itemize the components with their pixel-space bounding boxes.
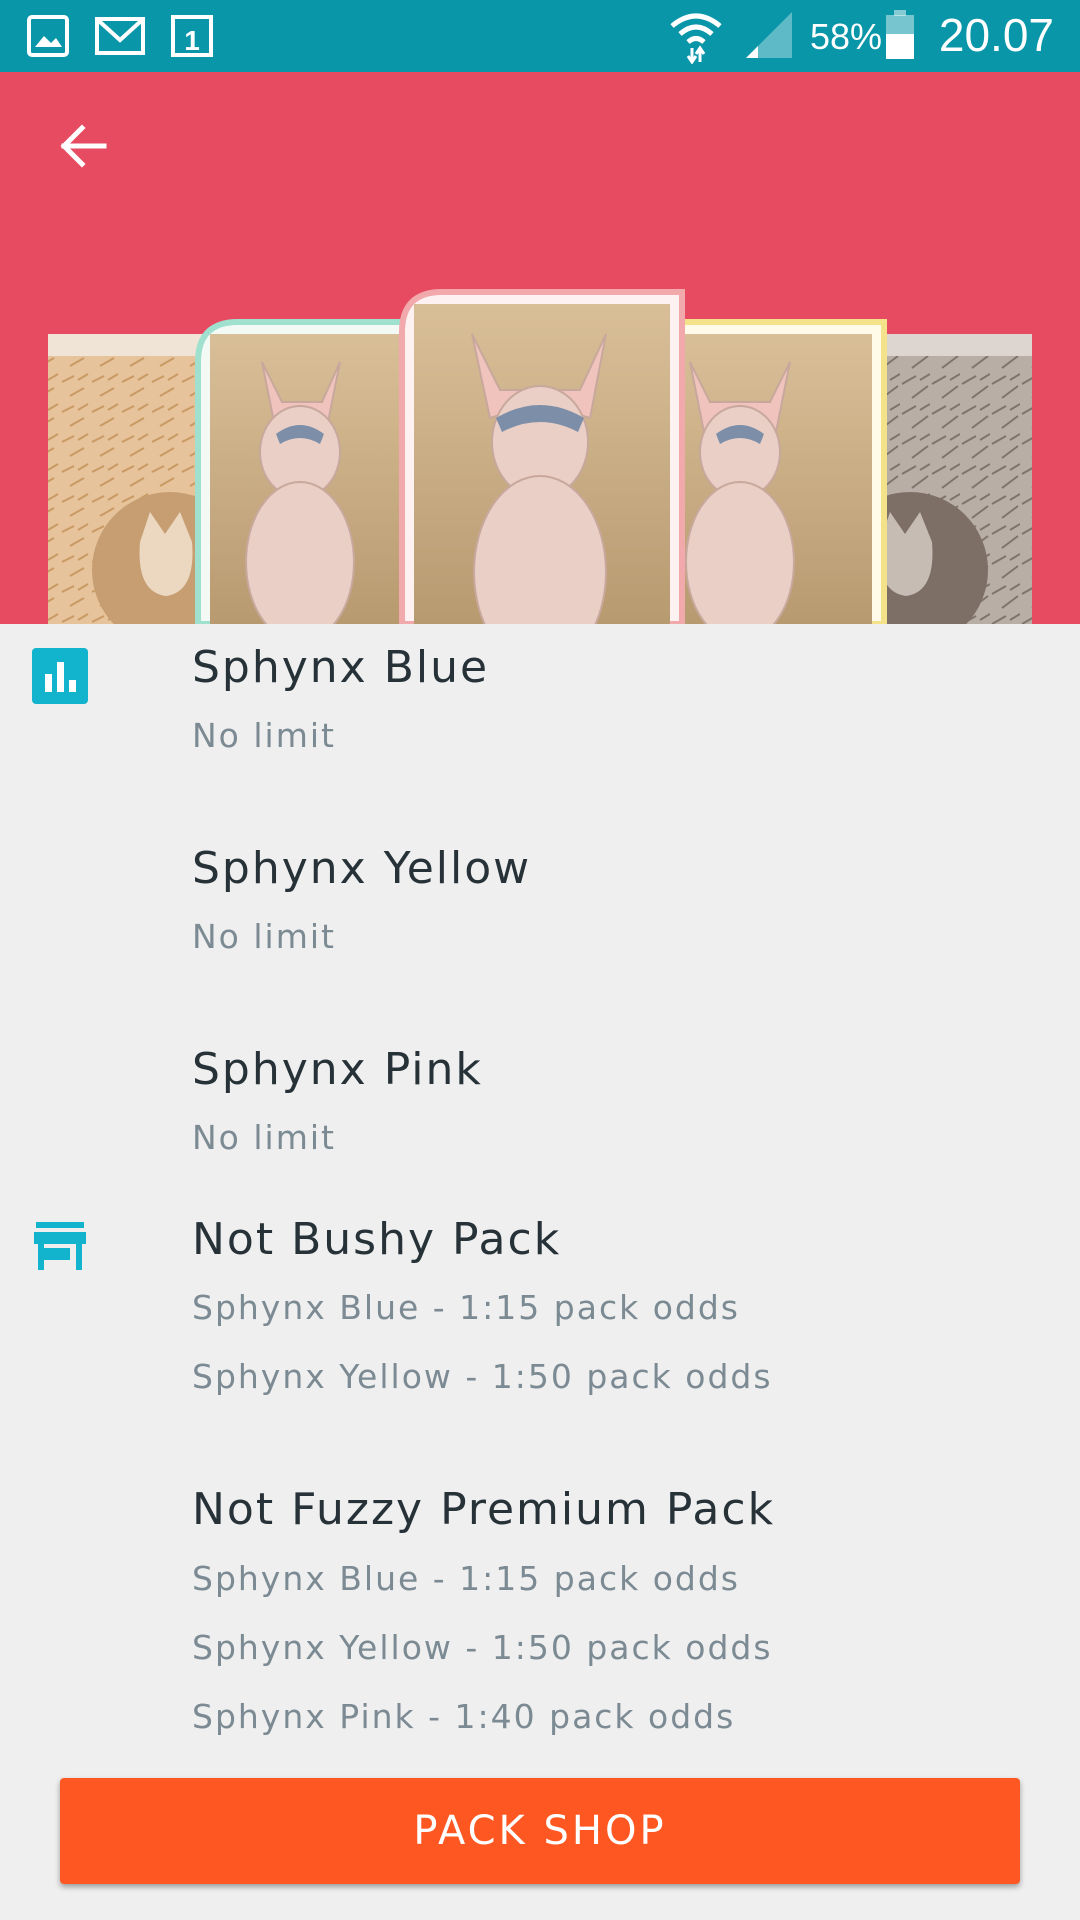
gallery-icon xyxy=(27,15,69,57)
pack-odds-line: Sphynx Pink - 1:40 pack odds xyxy=(192,1697,736,1736)
signal-icon xyxy=(746,12,792,58)
rarity-limit-pink: No limit xyxy=(192,1118,336,1157)
email-icon xyxy=(95,17,145,55)
rarity-limit-blue: No limit xyxy=(192,716,336,755)
status-bar: 1 58% 20.07 xyxy=(0,0,1080,72)
rarity-title-pink: Sphynx Pink xyxy=(192,1044,483,1095)
pack-odds-line: Sphynx Blue - 1:15 pack odds xyxy=(192,1288,740,1327)
svg-text:1: 1 xyxy=(184,25,200,56)
pack-odds-line: Sphynx Yellow - 1:50 pack odds xyxy=(192,1628,773,1667)
pack-and-card-artwork xyxy=(48,289,1032,624)
clock: 20.07 xyxy=(938,9,1054,61)
pack-odds-line: Sphynx Yellow - 1:50 pack odds xyxy=(192,1357,773,1396)
rarity-limit-yellow: No limit xyxy=(192,917,336,956)
rarity-title-blue: Sphynx Blue xyxy=(192,642,490,693)
pack-title-not-bushy: Not Bushy Pack xyxy=(192,1214,562,1265)
rarity-title-yellow: Sphynx Yellow xyxy=(192,843,532,894)
store-icon xyxy=(34,1222,86,1270)
pack-odds-line: Sphynx Blue - 1:15 pack odds xyxy=(192,1559,740,1598)
back-arrow-icon[interactable] xyxy=(54,116,114,176)
bar-chart-icon xyxy=(32,648,88,704)
wifi-icon xyxy=(670,13,722,64)
calendar-icon: 1 xyxy=(171,15,213,57)
pack-title-not-fuzzy-premium: Not Fuzzy Premium Pack xyxy=(192,1484,776,1535)
collection-header xyxy=(0,72,1080,624)
pack-shop-button[interactable]: PACK SHOP xyxy=(60,1778,1020,1884)
battery-icon xyxy=(886,10,914,59)
battery-percent: 58% xyxy=(810,16,883,57)
